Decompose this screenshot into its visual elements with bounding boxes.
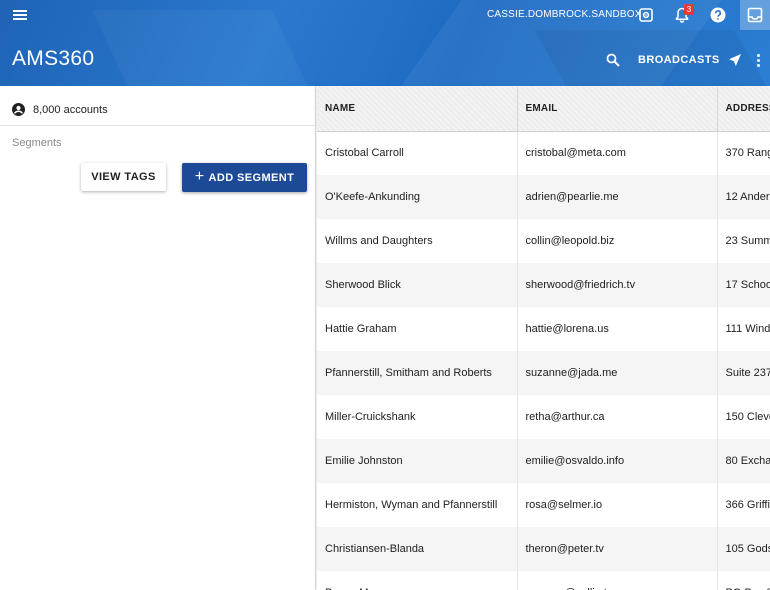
inbox-button[interactable] (740, 0, 770, 30)
cell-name: Sherwood Blick (317, 263, 518, 307)
accounts-summary: 8,000 accounts (12, 103, 108, 116)
notifications-button[interactable]: 3 (669, 2, 695, 28)
cell-address: 111 Wind (717, 307, 770, 351)
cell-email: theron@peter.tv (517, 527, 718, 571)
cell-email: magnus@collin.to (517, 571, 718, 590)
table-row[interactable]: Emilie Johnston emilie@osvaldo.info 80 E… (317, 439, 770, 483)
cell-address: 17 Schoo (717, 263, 770, 307)
cell-address: 12 Ander (717, 175, 770, 219)
table-row[interactable]: Christiansen-Blanda theron@peter.tv 105 … (317, 527, 770, 571)
cell-address: 23 Summ (717, 219, 770, 263)
broadcasts-label: BROADCASTS (638, 54, 720, 66)
cell-name: Cristobal Carroll (317, 131, 518, 175)
column-header-address[interactable]: ADDRESS (717, 87, 770, 132)
sidebar: 8,000 accounts Segments VIEW TAGS + ADD … (0, 86, 316, 590)
column-header-email[interactable]: EMAIL (517, 87, 718, 132)
view-tags-button[interactable]: VIEW TAGS (81, 163, 166, 191)
table-row[interactable]: Cristobal Carroll cristobal@meta.com 370… (317, 131, 770, 175)
send-icon (728, 54, 741, 66)
cell-address: 370 Rang (717, 131, 770, 175)
cell-address: Suite 237 (717, 351, 770, 395)
cell-address: 366 Griffi (717, 483, 770, 527)
cell-name: Miller-Cruickshank (317, 395, 518, 439)
table-row[interactable]: Hermiston, Wyman and Pfannerstill rosa@s… (317, 483, 770, 527)
username-label[interactable]: CASSIE.DOMBROCK.SANDBOX (487, 9, 642, 20)
add-segment-label: ADD SEGMENT (208, 171, 295, 184)
cell-name: Bosco-Mann (317, 571, 518, 590)
accounts-count: 8,000 accounts (33, 103, 108, 116)
cell-name: Pfannerstill, Smitham and Roberts (317, 351, 518, 395)
plus-icon: + (194, 167, 205, 185)
table-row[interactable]: Hattie Graham hattie@lorena.us 111 Wind (317, 307, 770, 351)
cell-name: Hermiston, Wyman and Pfannerstill (317, 483, 518, 527)
cell-email: hattie@lorena.us (517, 307, 718, 351)
cell-name: Willms and Daughters (317, 219, 518, 263)
table-row[interactable]: Sherwood Blick sherwood@friedrich.tv 17 … (317, 263, 770, 307)
accounts-table-container[interactable]: NAME EMAIL ADDRESS Cristobal Carroll cri… (317, 87, 770, 590)
table-row[interactable]: Miller-Cruickshank retha@arthur.ca 150 C… (317, 395, 770, 439)
cell-email: adrien@pearlie.me (517, 175, 718, 219)
settings-icon[interactable] (633, 2, 659, 28)
help-icon (710, 7, 726, 23)
table-row[interactable]: Pfannerstill, Smitham and Roberts suzann… (317, 351, 770, 395)
column-header-name[interactable]: NAME (317, 87, 518, 132)
accounts-table: NAME EMAIL ADDRESS Cristobal Carroll cri… (317, 87, 770, 590)
more-vert-icon[interactable] (749, 49, 767, 71)
search-button[interactable] (602, 49, 624, 71)
search-icon (606, 53, 620, 67)
cell-name: Christiansen-Blanda (317, 527, 518, 571)
cell-email: emilie@osvaldo.info (517, 439, 718, 483)
cell-address: 80 Excha (717, 439, 770, 483)
background-shard (92, 10, 328, 86)
top-app-bar: CASSIE.DOMBROCK.SANDBOX 3 AMS360 BROADCA… (0, 0, 770, 86)
cell-email: sherwood@friedrich.tv (517, 263, 718, 307)
help-button[interactable] (705, 2, 731, 28)
cell-name: O'Keefe-Ankunding (317, 175, 518, 219)
notification-badge: 3 (684, 4, 694, 15)
app-title: AMS360 (12, 47, 95, 70)
add-segment-button[interactable]: + ADD SEGMENT (182, 163, 307, 192)
cell-email: cristobal@meta.com (517, 131, 718, 175)
table-row[interactable]: Willms and Daughters collin@leopold.biz … (317, 219, 770, 263)
cell-name: Emilie Johnston (317, 439, 518, 483)
divider (0, 125, 316, 126)
cell-email: collin@leopold.biz (517, 219, 718, 263)
cell-email: rosa@selmer.io (517, 483, 718, 527)
table-header-row: NAME EMAIL ADDRESS (317, 87, 770, 132)
cell-name: Hattie Graham (317, 307, 518, 351)
account-circle-icon (12, 103, 25, 116)
cell-address: 105 Gods (717, 527, 770, 571)
cell-address: 150 Cleve (717, 395, 770, 439)
cell-email: retha@arthur.ca (517, 395, 718, 439)
table-row[interactable]: O'Keefe-Ankunding adrien@pearlie.me 12 A… (317, 175, 770, 219)
menu-icon[interactable] (8, 3, 34, 27)
segments-heading: Segments (12, 137, 62, 149)
inbox-icon (747, 7, 763, 23)
gear-icon (639, 8, 653, 22)
broadcasts-button[interactable]: BROADCASTS (638, 48, 742, 72)
cell-address: PO Box 8 (717, 571, 770, 590)
table-row[interactable]: Bosco-Mann magnus@collin.to PO Box 8 (317, 571, 770, 590)
cell-email: suzanne@jada.me (517, 351, 718, 395)
